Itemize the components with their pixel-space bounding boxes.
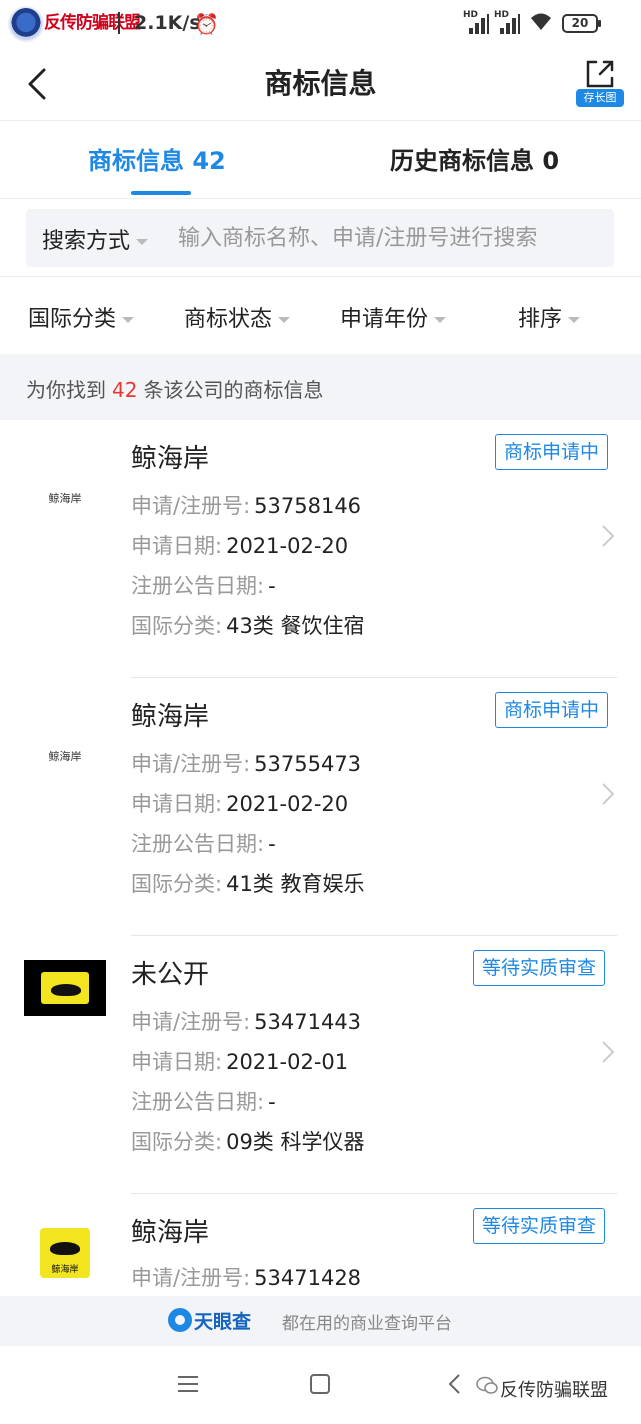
trademark-item[interactable]: 鲸海岸 鲸海岸 商标申请中 申请/注册号: 53755473 申请日期: 2021-… — [0, 678, 641, 936]
menu-icon[interactable] — [178, 1376, 198, 1392]
status-brand: 反传防骗联盟 — [44, 13, 141, 33]
result-summary: 为你找到 42 条该公司的商标信息 — [0, 354, 641, 420]
trademark-name: 未公开 — [131, 960, 210, 990]
caret-down-icon — [278, 317, 291, 323]
chevron-right-icon — [602, 783, 615, 805]
reg-no-field: 申请/注册号: 53471443 — [131, 1010, 362, 1034]
nav-back-icon[interactable] — [446, 1372, 464, 1396]
caret-down-icon — [136, 239, 149, 245]
filter-bar: 国际分类 商标状态 申请年份 排序 — [0, 276, 641, 354]
wifi-icon — [528, 10, 554, 38]
whale-logo-icon — [41, 972, 89, 1004]
trademark-name: 鲸海岸 — [131, 1218, 210, 1248]
filter-apply-year[interactable]: 申请年份 — [340, 301, 447, 333]
trademark-name: 鲸海岸 — [131, 444, 210, 474]
signal-1-icon: HD — [463, 10, 489, 34]
apply-date-field: 申请日期: 2021-02-20 — [131, 534, 349, 558]
intl-class-field: 国际分类: 43类 餐饮住宿 — [131, 614, 365, 638]
reg-no-field: 申请/注册号: 53758146 — [131, 494, 362, 518]
search-area: 搜索方式 — [0, 198, 641, 276]
search-mode-dropdown[interactable]: 搜索方式 — [42, 223, 149, 255]
tab-trademark-info[interactable]: 商标信息 42 — [88, 141, 226, 176]
search-box: 搜索方式 — [26, 209, 614, 267]
tab-indicator — [131, 191, 191, 195]
trademark-logo: 鲸海岸 — [48, 492, 82, 505]
home-icon[interactable] — [310, 1374, 330, 1394]
caret-down-icon — [434, 317, 447, 323]
trademark-item[interactable]: 鲸海岸 鲸海岸 商标申请中 申请/注册号: 53758146 申请日期: 2021-… — [0, 420, 641, 678]
search-input[interactable] — [176, 219, 606, 257]
trademark-name: 鲸海岸 — [131, 702, 210, 732]
wechat-icon — [476, 1376, 498, 1394]
network-speed: 2.1K/s — [134, 12, 201, 34]
filter-intl-class[interactable]: 国际分类 — [28, 301, 135, 333]
alarm-clock-icon: ⏰ — [194, 12, 219, 36]
watermark-text: 反传防骗联盟 — [500, 1380, 608, 1401]
apply-date-field: 申请日期: 2021-02-01 — [131, 1050, 349, 1074]
top-header: 商标信息 存长图 — [0, 48, 641, 120]
status-badge: 等待实质审查 — [473, 1208, 606, 1244]
system-nav-bar: 反传防骗联盟 — [0, 1346, 641, 1424]
caret-down-icon — [122, 317, 135, 323]
announce-date-field: 注册公告日期: - — [131, 832, 276, 856]
tianyancha-logo-icon — [168, 1308, 192, 1332]
status-bar: 反传防骗联盟 2.1K/s ⏰ HD HD 20 — [0, 0, 641, 48]
save-long-image-button[interactable]: 存长图 — [576, 56, 624, 110]
announce-date-field: 注册公告日期: - — [131, 1090, 276, 1114]
status-badge: 商标申请中 — [495, 692, 609, 728]
tab-history-trademark[interactable]: 历史商标信息 0 — [390, 141, 559, 176]
announce-date-field: 注册公告日期: - — [131, 574, 276, 598]
reg-no-field: 申请/注册号: 53755473 — [131, 752, 362, 776]
trademark-item[interactable]: 未公开 等待实质审查 申请/注册号: 53471443 申请日期: 2021-02-… — [0, 936, 641, 1194]
reg-no-field: 申请/注册号: 53471428 — [131, 1266, 362, 1290]
footer-brand-name: 天眼查 — [194, 1311, 252, 1333]
tab-bar: 商标信息 42 历史商标信息 0 — [0, 120, 641, 198]
chevron-right-icon — [602, 525, 615, 547]
summary-text: 为你找到 42 条该公司的商标信息 — [26, 378, 324, 402]
alliance-logo-icon — [8, 6, 44, 42]
footer-brand-bar: 天眼查 都在用的商业查询平台 — [0, 1296, 641, 1346]
share-icon — [586, 60, 614, 88]
apply-date-field: 申请日期: 2021-02-20 — [131, 792, 349, 816]
page-title: 商标信息 — [264, 67, 377, 100]
caret-down-icon — [568, 317, 581, 323]
chevron-right-icon — [602, 1041, 615, 1063]
battery-icon: 20 — [562, 14, 601, 33]
status-badge: 等待实质审查 — [473, 950, 606, 986]
logo-caption: 鲸海岸 — [51, 1265, 79, 1275]
trademark-logo-image: 鲸海岸 — [40, 1228, 90, 1278]
signal-2-icon: HD — [494, 10, 520, 34]
trademark-logo-image — [24, 960, 106, 1016]
trademark-item[interactable]: 鲸海岸 鲸海岸 等待实质审查 申请/注册号: 53471428 — [0, 1194, 641, 1296]
filter-status[interactable]: 商标状态 — [184, 301, 291, 333]
intl-class-field: 国际分类: 09类 科学仪器 — [131, 1130, 365, 1154]
intl-class-field: 国际分类: 41类 教育娱乐 — [131, 872, 365, 896]
footer-slogan: 都在用的商业查询平台 — [282, 1314, 452, 1334]
save-long-image-label: 存长图 — [576, 89, 624, 107]
status-separator — [118, 12, 120, 34]
trademark-logo: 鲸海岸 — [48, 750, 82, 763]
status-badge: 商标申请中 — [495, 434, 609, 470]
filter-sort[interactable]: 排序 — [518, 301, 581, 333]
